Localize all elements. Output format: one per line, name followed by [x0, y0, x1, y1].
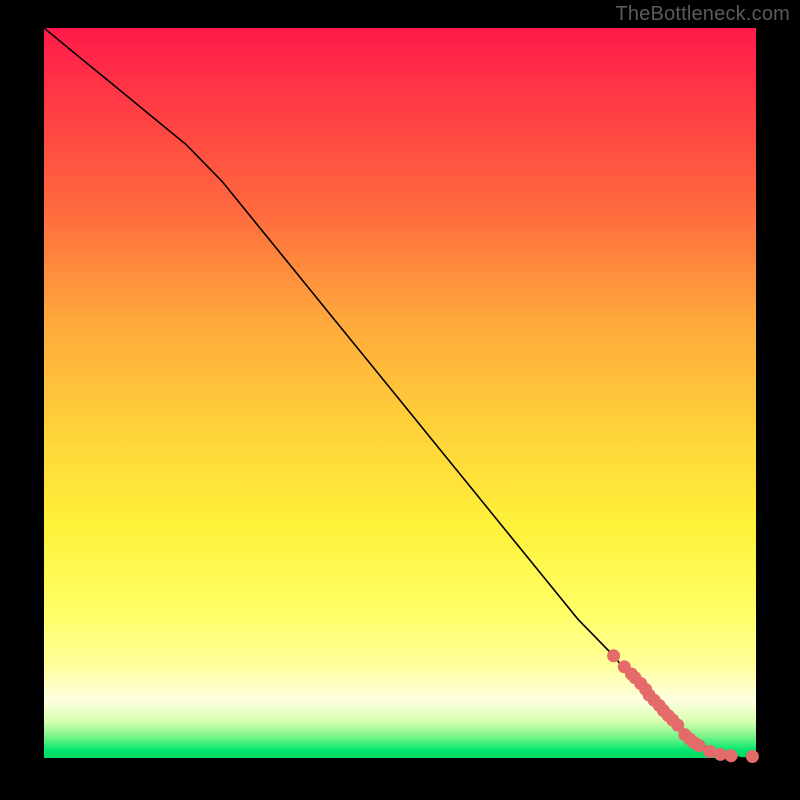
- chart-frame: TheBottleneck.com: [0, 0, 800, 800]
- data-point: [607, 649, 620, 662]
- data-point: [746, 750, 759, 763]
- watermark-text: TheBottleneck.com: [615, 3, 790, 26]
- highlighted-points-group: [607, 649, 759, 763]
- plot-area: [44, 28, 756, 758]
- data-point: [725, 749, 738, 762]
- chart-overlay: [44, 28, 756, 758]
- bottleneck-curve: [44, 28, 756, 758]
